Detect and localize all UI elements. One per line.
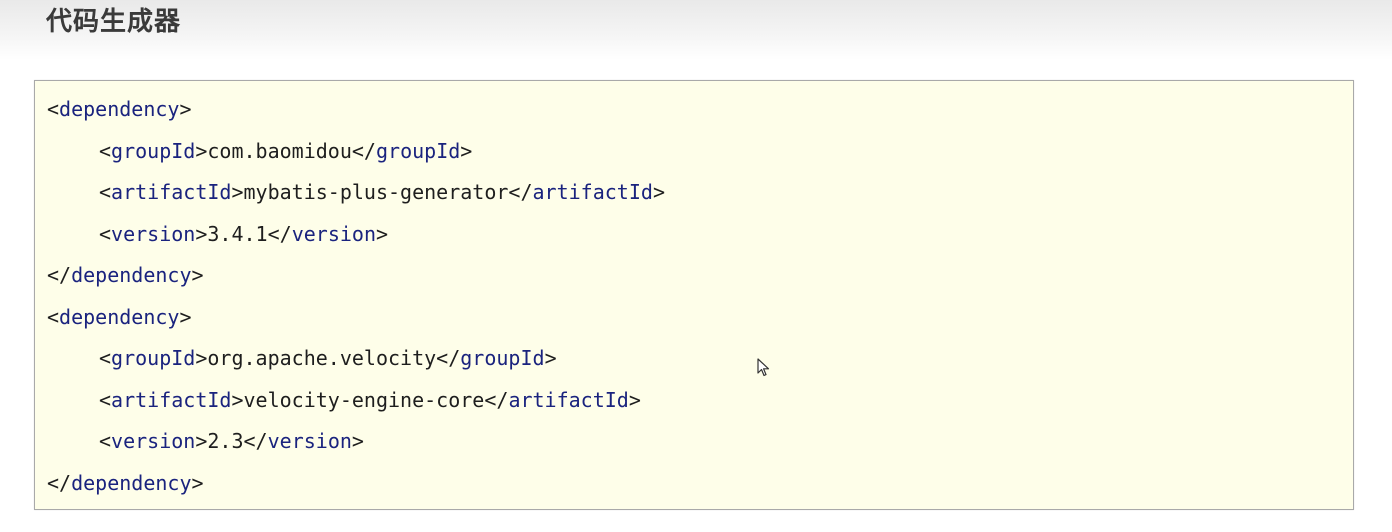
tag-open-bracket: < [47, 304, 60, 329]
end-tag-open-bracket: </ [436, 346, 461, 370]
end-tag-close-bracket: > [544, 346, 557, 370]
tag-name: dependency [59, 97, 180, 121]
tag-name: artifactId [111, 180, 232, 204]
tag-value: com.baomidou [207, 138, 352, 163]
end-tag-open-bracket: </ [243, 429, 268, 453]
code-block[interactable]: <dependency> <groupId>com.baomidou</grou… [34, 80, 1354, 510]
end-tag-open-bracket: </ [484, 387, 509, 412]
tag-open-bracket: </ [47, 470, 72, 495]
end-tag-name: artifactId [508, 387, 629, 412]
tag-value: org.apache.velocity [207, 346, 437, 370]
tag-value: 2.3 [207, 429, 244, 453]
tag-close-bracket: > [179, 304, 192, 329]
tag-close-bracket: > [191, 263, 204, 287]
code-line: <groupId>com.baomidou</groupId> [47, 131, 665, 173]
tag-open-bracket: < [99, 346, 112, 370]
tag-name: dependency [59, 304, 180, 329]
tag-open-bracket: < [47, 97, 60, 121]
end-tag-open-bracket: </ [351, 138, 376, 163]
end-tag-close-bracket: > [628, 387, 641, 412]
end-tag-close-bracket: > [652, 180, 665, 204]
end-tag-name: artifactId [532, 180, 653, 204]
tag-close-bracket: > [195, 429, 208, 453]
tag-open-bracket: < [99, 138, 112, 163]
tag-name: artifactId [111, 387, 232, 412]
end-tag-name: groupId [375, 138, 461, 163]
code-line: </dependency> [47, 463, 665, 505]
tag-open-bracket: </ [47, 263, 72, 287]
tag-close-bracket: > [195, 138, 208, 163]
page-title: 代码生成器 [46, 7, 182, 37]
tag-name: groupId [111, 346, 196, 370]
tag-open-bracket: < [99, 221, 112, 246]
tag-value: 3.4.1 [207, 221, 268, 246]
code-line: <dependency> [47, 89, 665, 131]
tag-name: groupId [111, 138, 196, 163]
title-bar: 代码生成器 [0, 0, 1392, 60]
end-tag-name: version [267, 429, 352, 453]
tag-close-bracket: > [191, 470, 204, 495]
code-line: </dependency> [47, 255, 665, 297]
tag-close-bracket: > [195, 346, 208, 370]
code-line: <dependency> [47, 297, 665, 339]
tag-close-bracket: > [195, 221, 208, 246]
tag-close-bracket: > [231, 387, 244, 412]
code-line: <groupId>org.apache.velocity</groupId> [47, 338, 665, 380]
tag-open-bracket: < [99, 387, 112, 412]
code-line: <artifactId>mybatis-plus-generator</arti… [47, 172, 665, 214]
code-line: <artifactId>velocity-engine-core</artifa… [47, 380, 665, 422]
code-line: <version>3.4.1</version> [47, 214, 665, 256]
code-lines: <dependency> <groupId>com.baomidou</grou… [47, 89, 665, 504]
end-tag-close-bracket: > [460, 138, 473, 163]
end-tag-open-bracket: </ [267, 221, 292, 246]
end-tag-name: version [291, 221, 376, 246]
end-tag-open-bracket: </ [508, 180, 533, 204]
end-tag-close-bracket: > [351, 429, 364, 453]
end-tag-close-bracket: > [376, 221, 389, 246]
mouse-pointer-icon [757, 358, 771, 378]
tag-name: dependency [71, 263, 192, 287]
tag-name: version [111, 221, 196, 246]
tag-name: version [111, 429, 196, 453]
tag-close-bracket: > [179, 97, 192, 121]
tag-value: mybatis-plus-generator [243, 180, 509, 204]
end-tag-name: groupId [460, 346, 545, 370]
code-line: <version>2.3</version> [47, 421, 665, 463]
tag-value: velocity-engine-core [243, 387, 485, 412]
tag-open-bracket: < [99, 429, 112, 453]
tag-name: dependency [71, 470, 192, 495]
tag-open-bracket: < [99, 180, 112, 204]
tag-close-bracket: > [231, 180, 244, 204]
